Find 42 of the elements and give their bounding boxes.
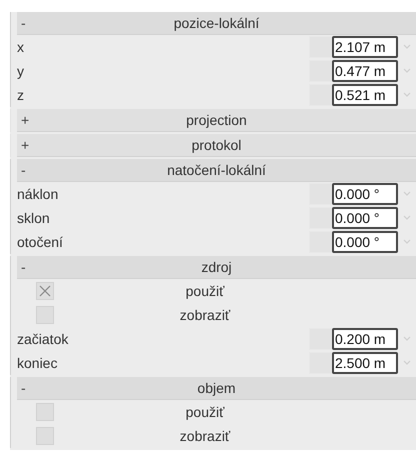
caret-icon[interactable] bbox=[403, 44, 411, 50]
caret-icon[interactable] bbox=[403, 239, 411, 245]
section-title: zdroj bbox=[200, 259, 233, 275]
checkbox-label: zobraziť bbox=[178, 307, 232, 323]
checkbox-label: použiť bbox=[184, 404, 226, 420]
checkbox[interactable] bbox=[36, 306, 54, 324]
toggle-sign[interactable]: - bbox=[17, 15, 37, 31]
caret-icon[interactable] bbox=[403, 360, 411, 366]
toggle-sign[interactable]: + bbox=[17, 137, 37, 153]
checkbox[interactable] bbox=[36, 403, 54, 421]
property-label: sklon bbox=[17, 210, 51, 226]
section-header[interactable]: - pozice-lokální bbox=[17, 12, 416, 35]
checkbox[interactable] bbox=[36, 427, 54, 445]
section-title: objem bbox=[196, 380, 237, 396]
checkbox[interactable] bbox=[36, 282, 54, 300]
toggle-sign[interactable]: - bbox=[17, 162, 37, 178]
caret-icon[interactable] bbox=[403, 336, 411, 342]
section-header[interactable]: - objem bbox=[17, 377, 416, 400]
toggle-sign[interactable]: - bbox=[17, 259, 37, 275]
checkbox-label: použiť bbox=[184, 283, 226, 299]
section-header[interactable]: + projection bbox=[17, 109, 416, 132]
toggle-sign[interactable]: - bbox=[17, 380, 37, 396]
section-title: pozice-lokální bbox=[172, 15, 260, 31]
caret-icon[interactable] bbox=[403, 215, 411, 221]
property-label: y bbox=[17, 63, 25, 79]
section-header[interactable]: - zdroj bbox=[17, 256, 416, 279]
property-label: začiatok bbox=[17, 331, 70, 347]
section-title: protokol bbox=[190, 137, 242, 153]
checkbox-label: zobraziť bbox=[178, 428, 232, 444]
toggle-sign[interactable]: + bbox=[17, 112, 37, 128]
property-label: z bbox=[17, 87, 25, 103]
caret-icon[interactable] bbox=[403, 92, 411, 98]
section-header[interactable]: + protokol bbox=[17, 134, 416, 157]
caret-icon[interactable] bbox=[403, 191, 411, 197]
caret-icon[interactable] bbox=[403, 68, 411, 74]
property-label: otočení bbox=[17, 234, 64, 250]
section-header[interactable]: - natočení-lokální bbox=[17, 159, 416, 182]
property-label: x bbox=[17, 39, 25, 55]
section-title: projection bbox=[185, 112, 248, 128]
property-label: náklon bbox=[17, 186, 60, 202]
property-label: koniec bbox=[17, 355, 58, 371]
section-title: natočení-lokální bbox=[166, 162, 267, 178]
